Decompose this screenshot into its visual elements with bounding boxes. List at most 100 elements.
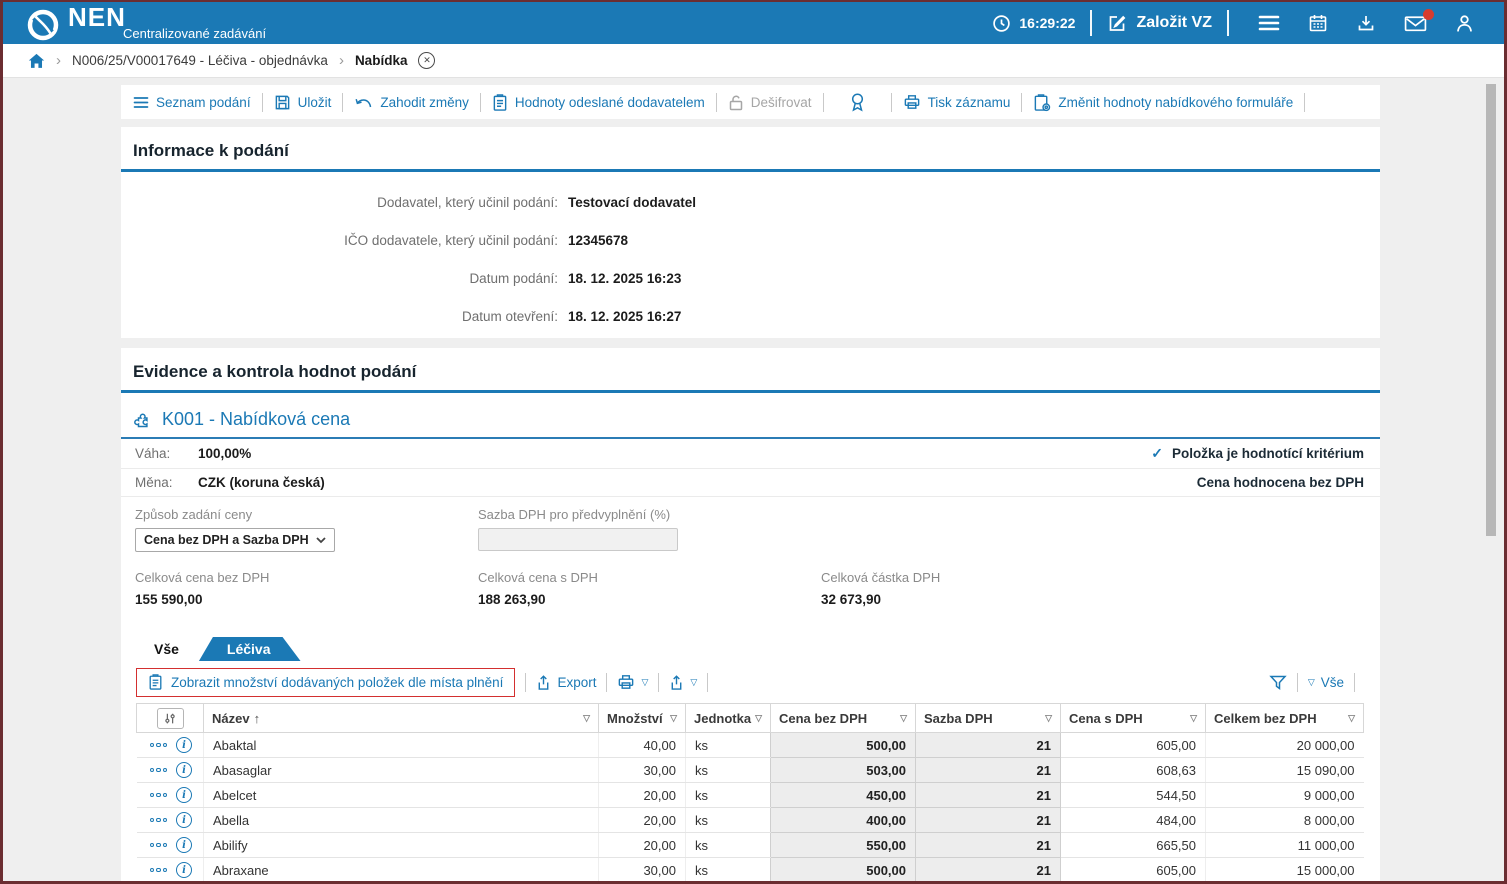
row-menu-icon[interactable] — [150, 818, 168, 823]
cell-cena-s-dph: 665,50 — [1061, 833, 1206, 858]
cell-sazba-dph[interactable]: 21 — [916, 858, 1061, 883]
vat-prefill-field: Sazba DPH pro předvyplnění (%) — [478, 507, 821, 552]
toolbar-label: Seznam podání — [156, 95, 251, 110]
info-row: Datum otevření: 18. 12. 2025 16:27 — [121, 309, 1380, 324]
header-nazev[interactable]: Název↑ ▽ — [204, 704, 599, 733]
cell-mnozstvi: 30,00 — [599, 858, 686, 883]
cell-cena-bez-dph[interactable]: 503,00 — [771, 758, 916, 783]
breadcrumb-current: Nabídka — [355, 53, 408, 68]
header-jednotka[interactable]: Jednotka▽ — [686, 704, 771, 733]
cell-celkem-bez-dph: 15 090,00 — [1206, 758, 1364, 783]
cell-cena-bez-dph[interactable]: 550,00 — [771, 833, 916, 858]
toolbar-seznam-podani[interactable]: Seznam podání — [133, 95, 251, 110]
print-dropdown-button[interactable]: ▽ — [617, 673, 648, 691]
divider — [716, 93, 717, 112]
tab-leciva[interactable]: Léčiva — [199, 637, 301, 661]
filter-triangle-icon[interactable]: ▽ — [1045, 713, 1052, 724]
page: NEN Centralizované zadávání 16:29:22 — [0, 0, 1507, 884]
cell-cena-bez-dph[interactable]: 400,00 — [771, 808, 916, 833]
info-icon[interactable]: i — [176, 787, 192, 803]
filter-preset-dropdown[interactable]: ▽ Vše — [1308, 675, 1344, 690]
filter-triangle-icon[interactable]: ▽ — [1348, 713, 1355, 724]
row-menu-icon[interactable] — [150, 768, 168, 773]
column-settings-icon[interactable] — [157, 708, 184, 729]
header-label: Celkem bez DPH — [1214, 711, 1317, 726]
toolbar-seal-button[interactable] — [849, 92, 866, 113]
cell-cena-s-dph: 608,63 — [1061, 758, 1206, 783]
show-quantities-button[interactable]: Zobrazit množství dodávaných položek dle… — [136, 668, 515, 697]
filter-triangle-icon[interactable]: ▽ — [900, 713, 907, 724]
weight-label: Váha: — [135, 446, 198, 461]
topbar-right: 16:29:22 Založit VZ — [992, 10, 1488, 36]
filter-triangle-icon[interactable]: ▽ — [670, 713, 677, 724]
create-vz-button[interactable]: Založit VZ — [1107, 13, 1212, 33]
cell-sazba-dph[interactable]: 21 — [916, 733, 1061, 758]
total-gross: Celková cena s DPH 188 263,90 — [478, 570, 821, 607]
calendar-icon[interactable] — [1308, 13, 1328, 33]
user-icon[interactable] — [1455, 14, 1474, 33]
toolbar-zahodit-zmeny[interactable]: Zahodit změny — [354, 95, 469, 110]
table-row: i Abaktal 40,00 ks 500,00 21 605,00 20 0… — [137, 733, 1364, 758]
cell-sazba-dph[interactable]: 21 — [916, 758, 1061, 783]
cell-sazba-dph[interactable]: 21 — [916, 833, 1061, 858]
total-net: Celková cena bez DPH 155 590,00 — [135, 570, 478, 607]
printer-icon — [617, 673, 635, 691]
brand-subtitle: Centralizované zadávání — [123, 27, 266, 40]
divider — [525, 673, 526, 692]
header-cena-s-dph[interactable]: Cena s DPH ▽ — [1061, 704, 1206, 733]
clipboard-icon — [148, 673, 163, 691]
cell-sazba-dph[interactable]: 21 — [916, 808, 1061, 833]
cell-cena-bez-dph[interactable]: 500,00 — [771, 858, 916, 883]
header-mnozstvi[interactable]: Množství▽ — [599, 704, 686, 733]
toolbar-tisk-zaznamu[interactable]: Tisk záznamu — [903, 93, 1011, 111]
toolbar-hodnoty-odeslane[interactable]: Hodnoty odeslané dodavatelem — [492, 93, 705, 112]
info-icon[interactable]: i — [176, 762, 192, 778]
vertical-scrollbar[interactable] — [1486, 80, 1496, 876]
cell-cena-bez-dph[interactable]: 450,00 — [771, 783, 916, 808]
close-circle-icon[interactable]: ✕ — [418, 52, 435, 69]
toolbar-ulozit[interactable]: Uložit — [274, 94, 332, 111]
breadcrumb-item[interactable]: N006/25/V00017649 - Léčiva - objednávka — [72, 53, 328, 68]
export-button[interactable]: Export — [536, 674, 596, 691]
scrollbar-thumb[interactable] — [1486, 84, 1496, 536]
export-label: Export — [557, 675, 596, 690]
filter-triangle-icon[interactable]: ▽ — [1190, 713, 1197, 724]
mail-icon[interactable] — [1404, 15, 1427, 32]
header-cena-bez-dph[interactable]: Cena bez DPH▽ — [771, 704, 916, 733]
row-menu-icon[interactable] — [150, 793, 168, 798]
info-icon[interactable]: i — [176, 812, 192, 828]
dropdown-triangle-icon: ▽ — [690, 677, 697, 688]
info-icon[interactable]: i — [176, 862, 192, 878]
item-tabs: Vše Léčiva — [136, 637, 1380, 661]
cell-sazba-dph[interactable]: 21 — [916, 783, 1061, 808]
toolbar-label: Změnit hodnoty nabídkového formuláře — [1058, 95, 1293, 110]
header-label: Cena s DPH — [1069, 711, 1143, 726]
puzzle-icon — [133, 410, 153, 430]
cell-cena-bez-dph[interactable]: 500,00 — [771, 733, 916, 758]
export-icon — [536, 674, 551, 691]
row-menu-icon[interactable] — [150, 843, 168, 848]
tab-vse[interactable]: Vše — [136, 637, 203, 661]
download-icon[interactable] — [1356, 13, 1376, 33]
vat-prefill-input[interactable] — [478, 528, 678, 551]
breadcrumb: › N006/25/V00017649 - Léčiva - objednávk… — [3, 44, 1504, 78]
cell-celkem-bez-dph: 8 000,00 — [1206, 808, 1364, 833]
filter-triangle-icon[interactable]: ▽ — [755, 713, 762, 724]
toolbar-zmenit-hodnoty[interactable]: Změnit hodnoty nabídkového formuláře — [1033, 93, 1293, 112]
price-mode-select[interactable]: Cena bez DPH a Sazba DPH — [135, 528, 335, 552]
home-icon[interactable] — [28, 53, 45, 69]
filter-triangle-icon[interactable]: ▽ — [583, 713, 590, 724]
field-label: Dodavatel, který učinil podání: — [121, 195, 568, 210]
share-dropdown-button[interactable]: ▽ — [669, 674, 697, 691]
header-sazba-dph[interactable]: Sazba DPH▽ — [916, 704, 1061, 733]
filter-icon[interactable] — [1269, 674, 1287, 691]
cell-mnozstvi: 20,00 — [599, 833, 686, 858]
toolbar-desifrovat[interactable]: Dešifrovat — [728, 94, 812, 111]
row-menu-icon[interactable] — [150, 868, 168, 873]
info-icon[interactable]: i — [176, 737, 192, 753]
info-icon[interactable]: i — [176, 837, 192, 853]
menu-icon[interactable] — [1258, 14, 1280, 32]
row-menu-icon[interactable] — [150, 743, 168, 748]
chevron-right-icon: › — [339, 52, 344, 69]
header-celkem-bez-dph[interactable]: Celkem bez DPH ▽ — [1206, 704, 1364, 733]
